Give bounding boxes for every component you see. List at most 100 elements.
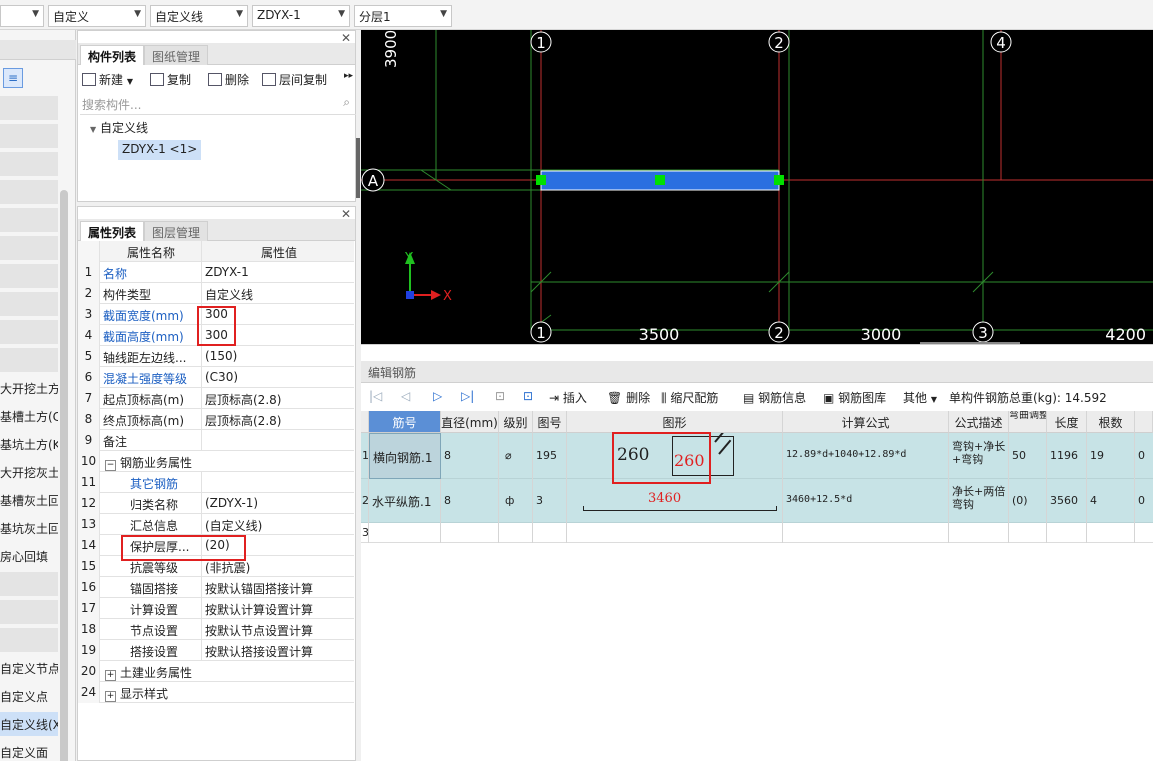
sidebar-blank[interactable] [0,208,58,232]
col-header-figure-no[interactable]: 图号 [533,411,567,433]
count-cell[interactable]: 19 [1087,433,1135,479]
length-cell[interactable]: 3560 [1047,479,1087,523]
empty-cell[interactable] [499,523,533,543]
sidebar-item[interactable]: 自定义点 [0,684,58,708]
sidebar-blank[interactable] [0,152,58,176]
move-up-icon[interactable]: ⊡ [495,389,505,407]
formula-cell[interactable]: 3460+12.5*d [783,479,949,523]
sidebar-item[interactable]: 房心回填 [0,544,58,568]
figure-no-cell[interactable]: 195 [533,433,567,479]
sidebar-blank[interactable] [0,348,58,372]
category-dropdown[interactable]: 自定义 ▼ [48,5,146,27]
sidebar-blank[interactable] [0,124,58,148]
property-row[interactable]: 18 节点设置 按默认节点设置计算 [78,619,354,640]
search-icon[interactable]: ⌕ [343,95,350,110]
empty-cell[interactable] [783,523,949,543]
property-row[interactable]: 13 汇总信息 (自定义线) [78,514,354,535]
tab-component-list[interactable]: 构件列表 [80,45,145,65]
rebar-name-cell[interactable]: 横向钢筋.1 [369,433,441,479]
diameter-cell[interactable]: 8 [441,433,499,479]
property-row[interactable]: 6 混凝土强度等级 (C30) [78,367,354,388]
scale-rebar-button[interactable]: ⫼ 缩尺配筋 [661,389,718,407]
col-header-name[interactable]: 筋号 [369,411,441,433]
first-record-icon[interactable]: |◁ [369,389,382,407]
collapse-icon[interactable]: − [105,460,116,471]
empty-cell[interactable] [1009,523,1047,543]
search-input[interactable]: 搜索构件... [82,98,141,112]
sidebar-item[interactable]: 自定义面 [0,740,58,761]
delete-row-button[interactable]: 🗑 删除 [607,389,650,407]
next-record-icon[interactable]: ▷ [433,389,442,407]
extra-cell[interactable]: 0 [1135,433,1153,479]
sidebar-blank[interactable] [0,628,58,652]
col-header-shape[interactable]: 图形 [567,411,783,433]
col-header-formula[interactable]: 计算公式 [783,411,949,433]
floor-dropdown[interactable]: ▼ [0,5,44,27]
property-row[interactable]: 17 计算设置 按默认计算设置计算 [78,598,354,619]
delete-button[interactable]: 删除 [208,71,249,89]
grip-handle-end[interactable] [774,175,784,185]
property-row[interactable]: 8 终点顶标高(m) 层顶标高(2.8) [78,409,354,430]
sidebar-item-selected[interactable]: 自定义线(X) [0,712,58,736]
property-group-row[interactable]: 24 + 显示样式 [78,682,354,703]
col-header-count[interactable]: 根数 [1087,411,1135,433]
sidebar-item[interactable]: 基槽灰土回填 [0,488,58,512]
expand-icon[interactable]: + [105,691,116,702]
col-header-desc[interactable]: 公式描述 [949,411,1009,433]
rebar-library-button[interactable]: ▣ 钢筋图库 [823,389,886,407]
component-search[interactable]: 搜索构件... ⌕ [80,93,356,115]
bend-cell[interactable]: 50 [1009,433,1047,479]
sidebar-blank[interactable] [0,572,58,596]
property-row[interactable]: 2 构件类型 自定义线 [78,283,354,304]
empty-cell[interactable] [567,523,783,543]
tab-drawing-management[interactable]: 图纸管理 [144,45,209,65]
col-header-extra[interactable] [1135,411,1153,433]
property-row[interactable]: 16 锚固搭接 按默认锚固搭接计算 [78,577,354,598]
prev-record-icon[interactable]: ◁ [401,389,410,407]
grade-cell[interactable]: ⌀ [499,433,533,479]
type-dropdown[interactable]: 自定义线 ▼ [150,5,248,27]
empty-cell[interactable] [369,523,441,543]
empty-cell[interactable] [1087,523,1135,543]
property-row[interactable]: 9 备注 [78,430,354,451]
panel-splitter[interactable] [356,138,360,198]
bend-cell[interactable]: (0) [1009,479,1047,523]
col-header-diameter[interactable]: 直径(mm) [441,411,499,433]
extra-cell[interactable]: 0 [1135,479,1153,523]
layer-dropdown[interactable]: 分层1 ▼ [354,5,452,27]
sidebar-blank[interactable] [0,600,58,624]
floor-copy-button[interactable]: 层间复制 [262,71,327,89]
rebar-name-cell[interactable]: 水平纵筋.1 [369,479,441,523]
sidebar-blank[interactable] [0,96,58,120]
sidebar-scrollbar[interactable] [60,190,68,761]
sidebar-item[interactable]: 大开挖灰土( [0,460,58,484]
empty-cell[interactable] [1047,523,1087,543]
formula-cell[interactable]: 12.89*d+1040+12.89*d [783,433,949,479]
tree-root[interactable]: ▼ 自定义线 [90,119,148,136]
desc-cell[interactable]: 弯钩+净长+弯钩 [949,433,1009,479]
col-header-bend[interactable]: 弯曲调整 [1009,411,1047,433]
grip-handle-mid[interactable] [655,175,665,185]
empty-cell[interactable] [533,523,567,543]
sidebar-item[interactable]: 自定义节点( [0,656,58,680]
col-header-grade[interactable]: 级别 [499,411,533,433]
desc-cell[interactable]: 净长+两倍弯钩 [949,479,1009,523]
length-cell[interactable]: 1196 [1047,433,1087,479]
property-row[interactable]: 12 归类名称 (ZDYX-1) [78,493,354,514]
component-dropdown[interactable]: ZDYX-1 ▼ [252,5,350,27]
tab-property-list[interactable]: 属性列表 [80,221,145,241]
col-header-length[interactable]: 长度 [1047,411,1087,433]
sidebar-item[interactable]: 大开挖土方( [0,376,58,400]
property-group-row[interactable]: 20 + 土建业务属性 [78,661,354,682]
more-toolbar-button[interactable]: ▸▸ [344,71,353,89]
grip-handle-start[interactable] [536,175,546,185]
empty-cell[interactable] [949,523,1009,543]
count-cell[interactable]: 4 [1087,479,1135,523]
property-row[interactable]: 19 搭接设置 按默认搭接设置计算 [78,640,354,661]
property-row[interactable]: 5 轴线距左边线... (150) [78,346,354,367]
sidebar-item[interactable]: 基槽土方(C) [0,404,58,428]
sidebar-blank[interactable] [0,236,58,260]
new-button[interactable]: 新建 ▼ [82,71,133,89]
sidebar-item[interactable]: 基坑土方(K) [0,432,58,456]
tab-layer-management[interactable]: 图层管理 [144,221,209,241]
